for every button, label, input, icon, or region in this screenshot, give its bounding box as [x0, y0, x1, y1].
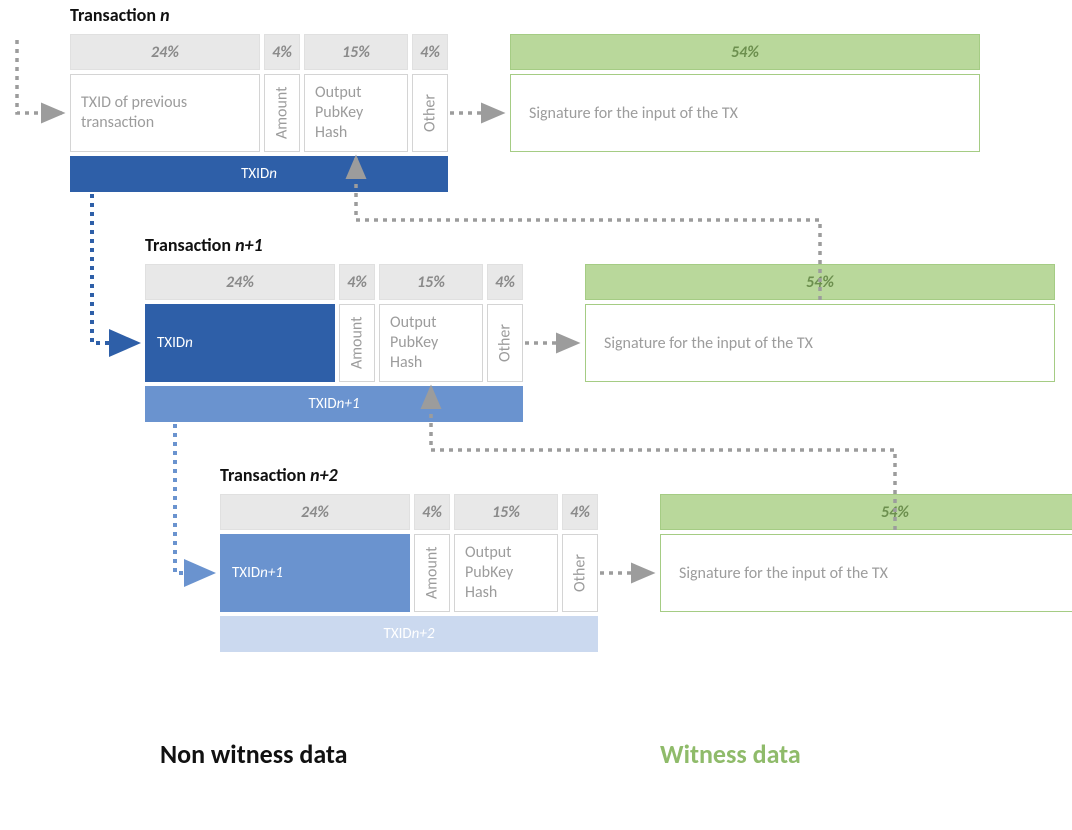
arrow-prev-to-n [17, 40, 62, 113]
arrow-layer [0, 0, 1072, 830]
diagram-canvas: Transaction n 24% 4% 15% 4% 54% TXID of … [0, 0, 1072, 830]
legend-nonwitness: Non witness data [160, 738, 348, 770]
arrow-sig-n2-to-pubkey-n1 [431, 388, 895, 530]
arrow-txid-n1-to-input-n2 [175, 424, 212, 573]
legend-witness: Witness data [660, 738, 801, 770]
arrow-txid-n-to-input-n1 [92, 194, 137, 343]
arrow-sig-n1-to-pubkey-n [356, 158, 820, 300]
